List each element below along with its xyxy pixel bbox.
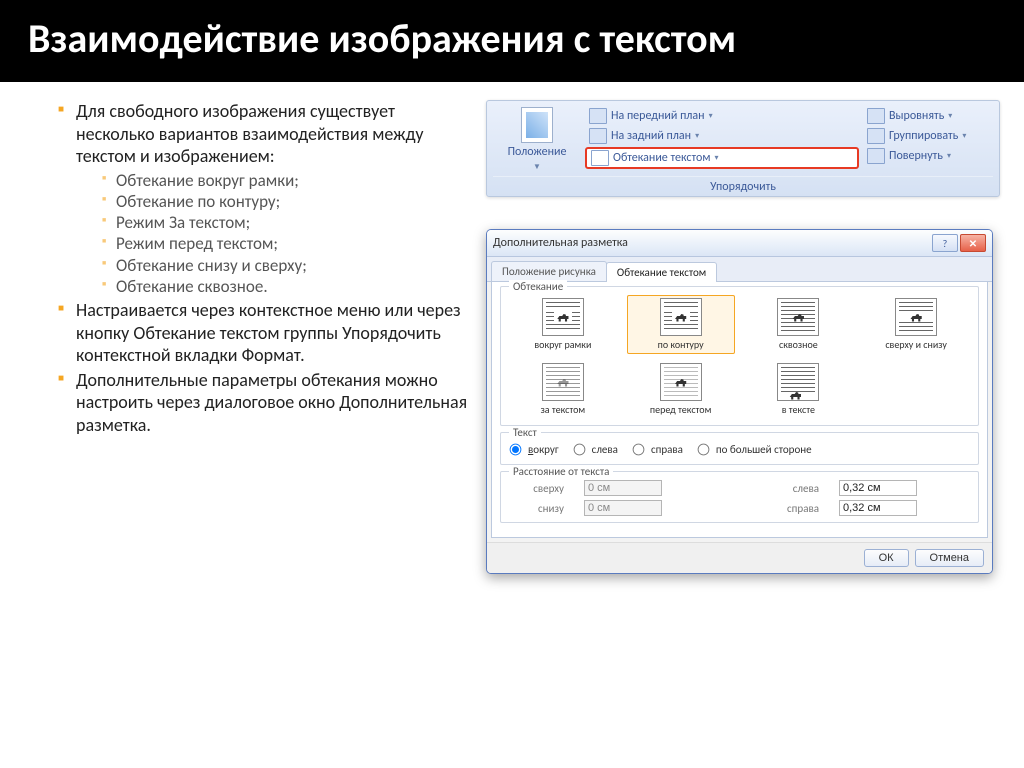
radio-right-only[interactable]: справа xyxy=(632,443,683,456)
help-button[interactable]: ? xyxy=(932,234,958,252)
ribbon-arrange-group: Положение▼ На передний план▾ На задний п… xyxy=(486,100,1000,197)
label-bottom: снизу xyxy=(509,502,564,515)
text-wrap-icon xyxy=(591,150,609,166)
sub-bullet: Обтекание снизу и сверху; xyxy=(102,255,470,276)
distance-right-input[interactable] xyxy=(839,500,917,516)
text-wrapping-button[interactable]: Обтекание текстом▾ xyxy=(585,147,859,169)
position-button[interactable]: Положение▼ xyxy=(493,107,581,173)
rotate-button[interactable]: Повернуть▾ xyxy=(863,147,993,165)
label-right: справа xyxy=(764,502,819,515)
tab-text-wrapping[interactable]: Обтекание текстом xyxy=(606,262,717,282)
cancel-button[interactable]: Отмена xyxy=(915,549,984,567)
ok-button[interactable]: ОК xyxy=(864,549,909,567)
align-icon xyxy=(867,108,885,124)
distance-left-input[interactable] xyxy=(839,480,917,496)
group-icon xyxy=(867,128,885,144)
wrap-option-behind-text[interactable]: за текстом xyxy=(509,360,617,419)
wrap-text-group: Текст вокруг слева справа по большей сто… xyxy=(500,432,979,465)
send-back-icon xyxy=(589,128,607,144)
ribbon-group-caption: Упорядочить xyxy=(493,176,993,194)
bring-front-icon xyxy=(589,108,607,124)
wrap-option-top-bottom[interactable]: сверху и снизу xyxy=(862,295,970,354)
sub-bullet: Обтекание по контуру; xyxy=(102,191,470,212)
tab-picture-position[interactable]: Положение рисунка xyxy=(491,261,607,281)
position-icon xyxy=(521,107,553,143)
rotate-icon xyxy=(867,148,885,164)
sub-bullet: Режим За текстом; xyxy=(102,212,470,233)
wrap-option-square[interactable]: вокруг рамки xyxy=(509,295,617,354)
send-to-back-button[interactable]: На задний план▾ xyxy=(585,127,859,145)
label-left: слева xyxy=(764,482,819,495)
radio-both-sides[interactable]: вокруг xyxy=(509,443,559,456)
slide-text-column: Для свободного изображения существует не… xyxy=(40,100,470,574)
radio-left-only[interactable]: слева xyxy=(573,443,618,456)
sub-bullet: Обтекание вокруг рамки; xyxy=(102,170,470,191)
wrap-option-inline[interactable]: в тексте xyxy=(745,360,853,419)
wrap-option-through[interactable]: сквозное xyxy=(745,295,853,354)
bring-to-front-button[interactable]: На передний план▾ xyxy=(585,107,859,125)
wrap-option-in-front[interactable]: перед текстом xyxy=(627,360,735,419)
radio-largest-only[interactable]: по большей стороне xyxy=(697,443,812,456)
distance-from-text-group: Расстояние от текста сверху слева снизу … xyxy=(500,471,979,523)
bullet-main-3: Дополнительные параметры обтекания можно… xyxy=(58,369,470,437)
distance-top-input[interactable] xyxy=(584,480,662,496)
distance-bottom-input[interactable] xyxy=(584,500,662,516)
sub-bullet: Режим перед текстом; xyxy=(102,233,470,254)
wrapping-style-group: Обтекание вокруг рамки по контуру скв xyxy=(500,286,979,426)
bullet-main-1: Для свободного изображения существует не… xyxy=(58,100,470,297)
close-button[interactable]: ✕ xyxy=(960,234,986,252)
wrap-option-tight[interactable]: по контуру xyxy=(627,295,735,354)
slide-title-bar: Взаимодействие изображения с текстом xyxy=(0,0,1024,82)
advanced-layout-dialog: Дополнительная разметка ? ✕ Положение ри… xyxy=(486,229,993,574)
dialog-titlebar[interactable]: Дополнительная разметка ? ✕ xyxy=(487,230,992,257)
slide-title: Взаимодействие изображения с текстом xyxy=(28,16,996,62)
label-top: сверху xyxy=(509,482,564,495)
align-button[interactable]: Выровнять▾ xyxy=(863,107,993,125)
group-button[interactable]: Группировать▾ xyxy=(863,127,993,145)
sub-bullet: Обтекание сквозное. xyxy=(102,276,470,297)
bullet-main-2: Настраивается через контекстное меню или… xyxy=(58,299,470,367)
dialog-title: Дополнительная разметка xyxy=(493,236,628,250)
